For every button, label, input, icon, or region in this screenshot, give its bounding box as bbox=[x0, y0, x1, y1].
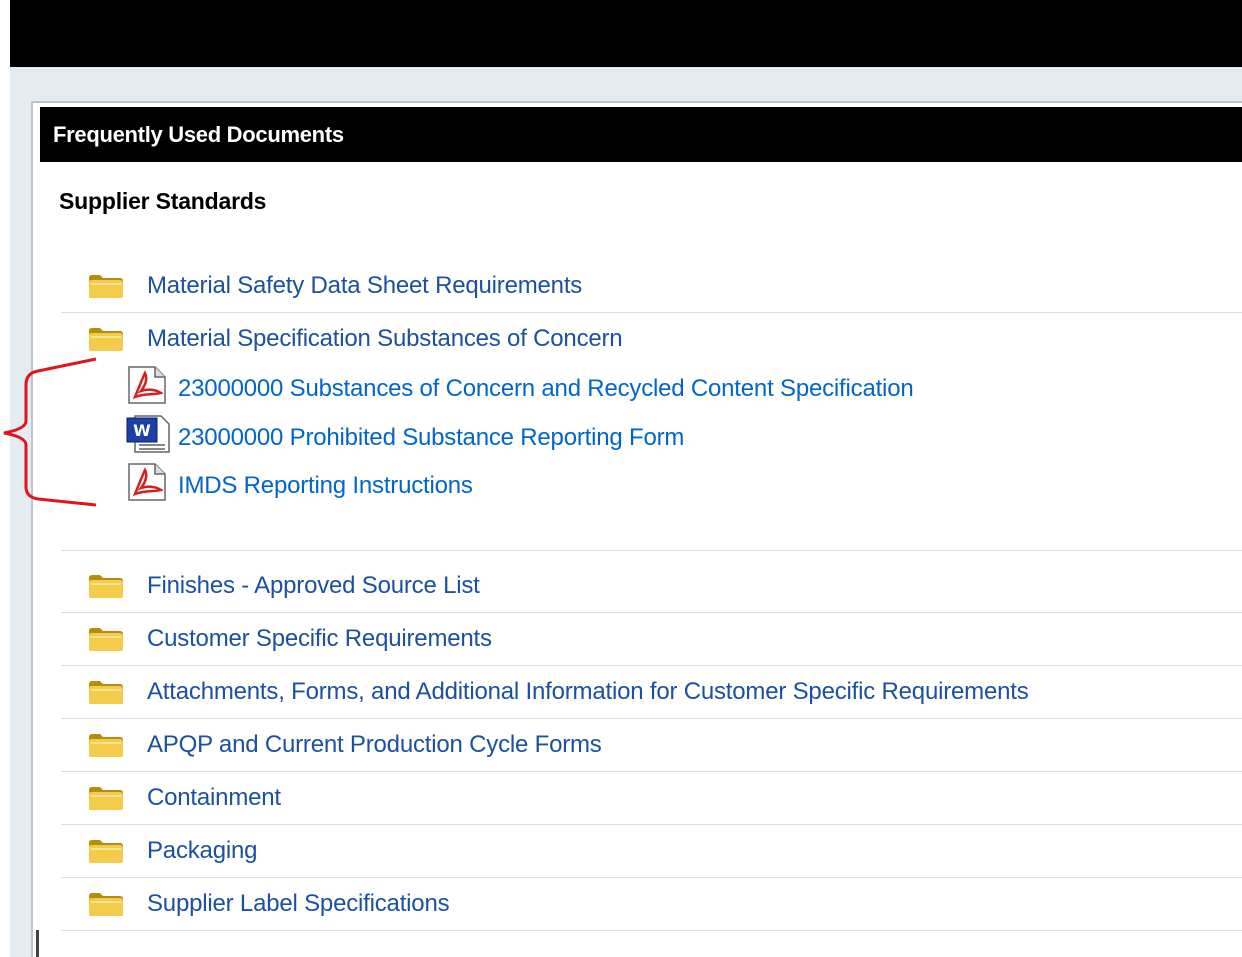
folder-icon bbox=[87, 784, 125, 812]
folder-icon bbox=[87, 272, 125, 300]
word-icon: W bbox=[125, 414, 171, 454]
folder-icon bbox=[87, 325, 125, 353]
folder-icon bbox=[87, 678, 125, 706]
folder-label[interactable]: Finishes - Approved Source List bbox=[147, 572, 480, 600]
pdf-icon bbox=[125, 462, 171, 502]
svg-text:W: W bbox=[133, 421, 151, 440]
folder-row-msds[interactable]: Material Safety Data Sheet Requirements bbox=[61, 260, 1242, 313]
folder-icon bbox=[87, 837, 125, 865]
folder-row-apqp[interactable]: APQP and Current Production Cycle Forms bbox=[61, 719, 1242, 772]
folder-row-containment[interactable]: Containment bbox=[61, 772, 1242, 825]
folder-row-packaging[interactable]: Packaging bbox=[61, 825, 1242, 878]
divider bbox=[61, 550, 1242, 551]
scroll-edge bbox=[36, 930, 39, 957]
folder-row-substances[interactable]: Material Specification Substances of Con… bbox=[61, 313, 1242, 365]
folder-icon bbox=[87, 572, 125, 600]
section-title: Supplier Standards bbox=[59, 188, 267, 214]
folder-label[interactable]: Material Specification Substances of Con… bbox=[147, 325, 623, 353]
folder-icon bbox=[87, 625, 125, 653]
annotation-brace bbox=[3, 357, 97, 507]
folder-icon bbox=[87, 731, 125, 759]
folder-row-label-specs[interactable]: Supplier Label Specifications bbox=[61, 878, 1242, 931]
panel-header: Frequently Used Documents bbox=[40, 107, 1242, 162]
folder-label[interactable]: Customer Specific Requirements bbox=[147, 625, 492, 653]
folder-label[interactable]: Containment bbox=[147, 784, 281, 812]
document-label[interactable]: 23000000 Substances of Concern and Recyc… bbox=[178, 375, 914, 403]
folder-row-customer-specific[interactable]: Customer Specific Requirements bbox=[61, 613, 1242, 666]
folder-label[interactable]: Attachments, Forms, and Additional Infor… bbox=[147, 678, 1029, 706]
document-label[interactable]: 23000000 Prohibited Substance Reporting … bbox=[178, 424, 684, 452]
folder-icon bbox=[87, 890, 125, 918]
pdf-icon bbox=[125, 365, 171, 405]
folder-label[interactable]: Supplier Label Specifications bbox=[147, 890, 450, 918]
top-banner bbox=[10, 0, 1242, 67]
document-label[interactable]: IMDS Reporting Instructions bbox=[178, 472, 473, 500]
folder-label[interactable]: Packaging bbox=[147, 837, 257, 865]
folder-label[interactable]: APQP and Current Production Cycle Forms bbox=[147, 731, 602, 759]
folder-label[interactable]: Material Safety Data Sheet Requirements bbox=[147, 272, 582, 300]
folder-row-attachments[interactable]: Attachments, Forms, and Additional Infor… bbox=[61, 666, 1242, 719]
folder-row-finishes[interactable]: Finishes - Approved Source List bbox=[61, 560, 1242, 613]
